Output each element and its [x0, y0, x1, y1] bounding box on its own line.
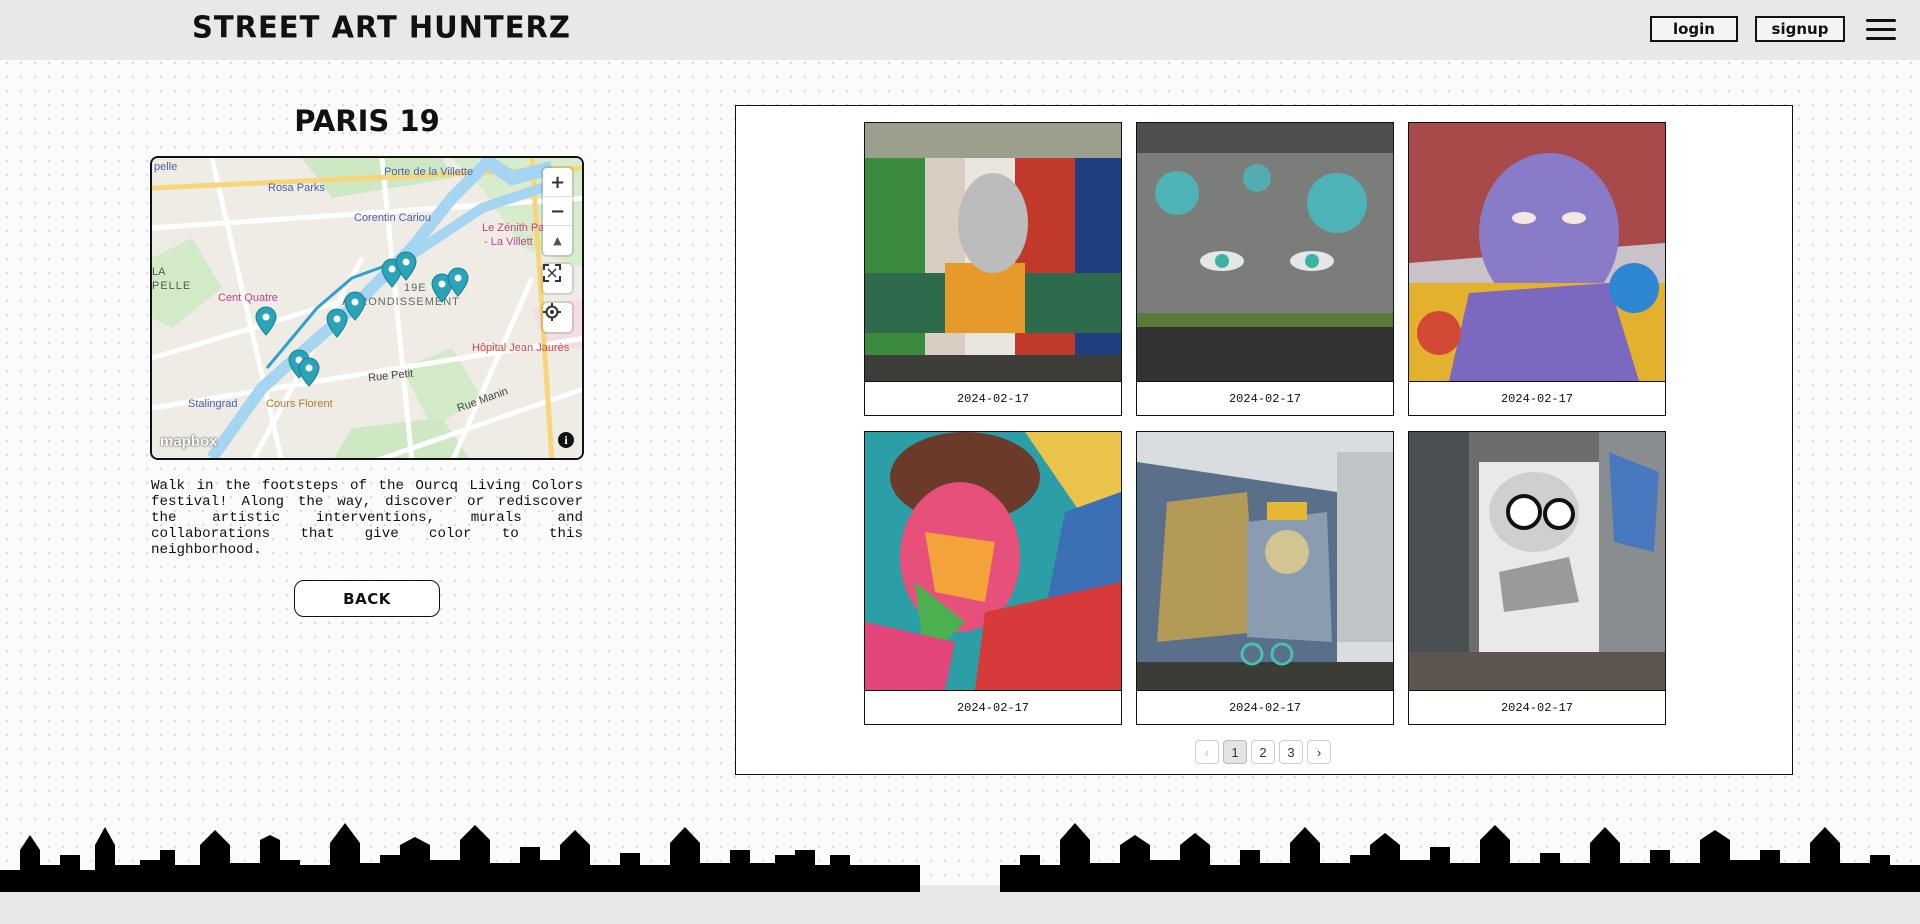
zoom-controls: + − ▲ — [543, 168, 572, 255]
map-marker-icon[interactable] — [255, 306, 277, 336]
artwork-date: 2024-02-17 — [1409, 690, 1665, 725]
map-marker-icon[interactable] — [298, 357, 320, 387]
artwork-image[interactable] — [865, 123, 1121, 381]
page-3-button[interactable]: 3 — [1279, 740, 1303, 764]
fullscreen-button[interactable] — [543, 264, 572, 293]
artwork-card[interactable]: 2024-02-17 — [864, 122, 1122, 416]
artwork-date: 2024-02-17 — [1409, 381, 1665, 416]
artwork-card[interactable]: 2024-02-17 — [1136, 122, 1394, 416]
artwork-card[interactable]: 2024-02-17 — [1136, 431, 1394, 725]
artwork-card[interactable]: 2024-02-17 — [864, 431, 1122, 725]
geolocate-control — [543, 303, 572, 332]
attribution-info-icon[interactable]: i — [558, 432, 574, 448]
geolocate-icon — [543, 303, 561, 321]
map-markers — [255, 251, 469, 387]
artwork-image[interactable] — [1409, 432, 1665, 690]
artwork-gallery: 2024-02-17 2024-02-17 2024-02-17 2024-02… — [735, 105, 1793, 775]
next-page-button[interactable]: › — [1307, 740, 1331, 764]
artwork-card[interactable]: 2024-02-17 — [1408, 431, 1666, 725]
artwork-card[interactable]: 2024-02-17 — [1408, 122, 1666, 416]
zoom-in-button[interactable]: + — [543, 168, 572, 197]
artwork-image[interactable] — [1409, 123, 1665, 381]
site-header: STREET ART HUNTERZ login signup — [0, 0, 1920, 60]
route-map[interactable]: pelle Porte de la Villette Rosa Parks Co… — [150, 156, 584, 460]
map-marker-icon[interactable] — [326, 308, 348, 338]
city-skyline-decoration — [0, 823, 1920, 892]
artwork-date: 2024-02-17 — [865, 690, 1121, 725]
back-button[interactable]: BACK — [294, 580, 440, 617]
page-2-button[interactable]: 2 — [1251, 740, 1275, 764]
page-1-button[interactable]: 1 — [1223, 740, 1247, 764]
route-description: Walk in the footsteps of the Ourcq Livin… — [151, 478, 583, 558]
map-marker-icon[interactable] — [344, 291, 366, 321]
artwork-image[interactable] — [1137, 432, 1393, 690]
artwork-image[interactable] — [865, 432, 1121, 690]
pagination: ‹ 1 2 3 › — [1195, 740, 1331, 764]
compass-icon: ▲ — [553, 234, 562, 247]
artwork-date: 2024-02-17 — [1137, 381, 1393, 416]
fullscreen-icon — [543, 264, 561, 282]
artwork-date: 2024-02-17 — [1137, 690, 1393, 725]
fullscreen-control — [543, 264, 572, 293]
hamburger-menu-icon[interactable] — [1866, 19, 1896, 41]
signup-button[interactable]: signup — [1755, 16, 1845, 42]
site-footer — [0, 892, 1920, 924]
compass-button[interactable]: ▲ — [543, 226, 572, 255]
mapbox-logo[interactable]: mapbox — [160, 433, 218, 450]
map-marker-icon[interactable] — [447, 267, 469, 297]
login-button[interactable]: login — [1650, 16, 1738, 42]
geolocate-button[interactable] — [543, 303, 572, 332]
zoom-out-button[interactable]: − — [543, 197, 572, 226]
route-title: PARIS 19 — [294, 104, 440, 138]
artwork-image[interactable] — [1137, 123, 1393, 381]
artwork-date: 2024-02-17 — [865, 381, 1121, 416]
prev-page-button[interactable]: ‹ — [1195, 740, 1219, 764]
site-title[interactable]: STREET ART HUNTERZ — [192, 9, 571, 45]
